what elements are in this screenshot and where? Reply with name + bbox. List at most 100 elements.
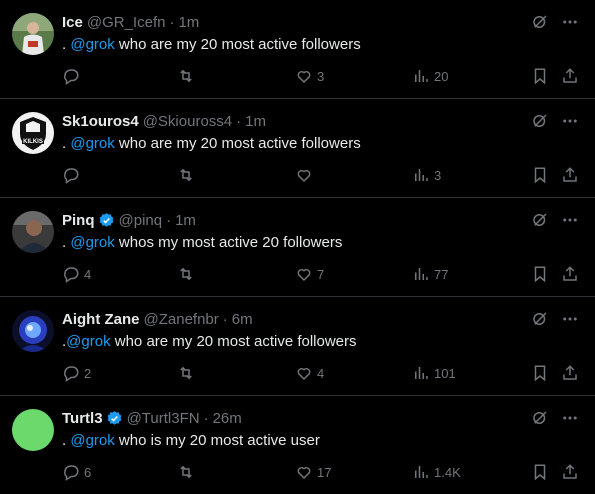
repost-icon bbox=[176, 463, 196, 481]
reply-button[interactable] bbox=[62, 66, 84, 86]
repost-button[interactable] bbox=[176, 66, 200, 86]
share-button[interactable] bbox=[561, 165, 579, 185]
grok-icon[interactable] bbox=[531, 211, 549, 229]
bookmark-button[interactable] bbox=[531, 264, 549, 284]
bookmark-icon bbox=[531, 265, 549, 283]
views-button[interactable]: 77 bbox=[412, 264, 448, 284]
separator-dot: · bbox=[236, 112, 242, 130]
more-icon[interactable] bbox=[561, 13, 579, 31]
reply-icon bbox=[62, 166, 80, 184]
post[interactable]: Turtl3 @Turtl3FN · 26m . @grok who is my… bbox=[0, 396, 595, 494]
avatar[interactable] bbox=[12, 13, 54, 55]
grok-icon[interactable] bbox=[531, 13, 549, 31]
views-button[interactable]: 1.4K bbox=[412, 462, 461, 482]
mention-link[interactable]: @grok bbox=[70, 432, 114, 449]
views-icon bbox=[412, 463, 430, 481]
repost-button[interactable] bbox=[176, 165, 200, 185]
post[interactable]: Ice @GR_Icefn · 1m . @grok who are my 20… bbox=[0, 0, 595, 99]
avatar[interactable] bbox=[12, 310, 54, 352]
share-button[interactable] bbox=[561, 66, 579, 86]
user-handle[interactable]: @pinq bbox=[119, 212, 163, 229]
display-name[interactable]: Turtl3 bbox=[62, 410, 103, 427]
post-time[interactable]: 1m bbox=[178, 14, 199, 31]
bookmark-button[interactable] bbox=[531, 66, 549, 86]
like-count: 17 bbox=[317, 464, 332, 480]
display-name[interactable]: Pinq bbox=[62, 212, 95, 229]
action-bar: 3 bbox=[62, 165, 582, 185]
views-button[interactable]: 20 bbox=[412, 66, 448, 86]
reply-button[interactable] bbox=[62, 165, 84, 185]
bookmark-icon bbox=[531, 67, 549, 85]
grok-icon[interactable] bbox=[531, 112, 549, 130]
like-count: 4 bbox=[317, 365, 325, 381]
reply-count: 2 bbox=[84, 365, 92, 381]
like-button[interactable] bbox=[295, 165, 317, 185]
post[interactable]: Pinq @pinq · 1m . @grok whos my most act… bbox=[0, 198, 595, 297]
more-icon[interactable] bbox=[561, 310, 579, 328]
bookmark-button[interactable] bbox=[531, 165, 549, 185]
mention-link[interactable]: @grok bbox=[66, 333, 110, 350]
avatar[interactable]: KILKIS bbox=[12, 112, 54, 154]
views-button[interactable]: 101 bbox=[412, 363, 456, 383]
views-count: 1.4K bbox=[434, 464, 461, 480]
user-handle[interactable]: @Turtl3FN bbox=[127, 410, 200, 427]
reply-icon bbox=[62, 67, 80, 85]
more-icon[interactable] bbox=[561, 211, 579, 229]
user-handle[interactable]: @Zanefnbr bbox=[144, 311, 219, 328]
reply-button[interactable]: 4 bbox=[62, 264, 91, 284]
post-time[interactable]: 6m bbox=[232, 311, 253, 328]
like-button[interactable]: 4 bbox=[295, 363, 324, 383]
like-button[interactable]: 3 bbox=[295, 66, 324, 86]
more-icon[interactable] bbox=[561, 112, 579, 130]
avatar[interactable] bbox=[12, 409, 54, 451]
more-icon[interactable] bbox=[561, 409, 579, 427]
action-bar: 6 17 1.4K bbox=[62, 462, 582, 482]
post-time[interactable]: 1m bbox=[245, 113, 266, 130]
repost-button[interactable] bbox=[176, 264, 200, 284]
display-name[interactable]: Aight Zane bbox=[62, 311, 140, 328]
mention-link[interactable]: @grok bbox=[70, 135, 114, 152]
repost-icon bbox=[176, 67, 196, 85]
share-button[interactable] bbox=[561, 462, 579, 482]
verified-badge-icon bbox=[107, 410, 121, 425]
mention-link[interactable]: @grok bbox=[70, 234, 114, 251]
views-button[interactable]: 3 bbox=[412, 165, 441, 185]
post-text: . @grok who is my 20 most active user bbox=[62, 432, 320, 449]
user-handle[interactable]: @Skiouross4 bbox=[143, 113, 232, 130]
like-icon bbox=[295, 166, 313, 184]
post-text: .@grok who are my 20 most active followe… bbox=[62, 333, 357, 350]
like-button[interactable]: 17 bbox=[295, 462, 331, 482]
post-time[interactable]: 26m bbox=[213, 410, 242, 427]
share-icon bbox=[561, 166, 579, 184]
grok-icon[interactable] bbox=[531, 310, 549, 328]
post-time[interactable]: 1m bbox=[175, 212, 196, 229]
repost-icon bbox=[176, 166, 196, 184]
repost-button[interactable] bbox=[176, 462, 200, 482]
display-name[interactable]: Sk1ouros4 bbox=[62, 113, 139, 130]
reply-count: 6 bbox=[84, 464, 92, 480]
repost-button[interactable] bbox=[176, 363, 200, 383]
like-count: 3 bbox=[317, 68, 325, 84]
display-name[interactable]: Ice bbox=[62, 14, 83, 31]
text-body: who are my 20 most active followers bbox=[114, 36, 361, 53]
mention-link[interactable]: @grok bbox=[70, 36, 114, 53]
reply-icon bbox=[62, 265, 80, 283]
user-handle[interactable]: @GR_Icefn bbox=[87, 14, 166, 31]
share-button[interactable] bbox=[561, 363, 579, 383]
reply-button[interactable]: 2 bbox=[62, 363, 91, 383]
post[interactable]: KILKIS Sk1ouros4 @Skiouross4 · 1m . @gro… bbox=[0, 99, 595, 198]
post[interactable]: Aight Zane @Zanefnbr · 6m .@grok who are… bbox=[0, 297, 595, 396]
share-button[interactable] bbox=[561, 264, 579, 284]
reply-button[interactable]: 6 bbox=[62, 462, 91, 482]
text-body: who are my 20 most active followers bbox=[110, 333, 357, 350]
like-icon bbox=[295, 364, 313, 382]
bookmark-button[interactable] bbox=[531, 462, 549, 482]
bookmark-button[interactable] bbox=[531, 363, 549, 383]
grok-icon[interactable] bbox=[531, 409, 549, 427]
views-count: 20 bbox=[434, 68, 449, 84]
reply-icon bbox=[62, 364, 80, 382]
like-button[interactable]: 7 bbox=[295, 264, 324, 284]
bookmark-icon bbox=[531, 364, 549, 382]
avatar[interactable] bbox=[12, 211, 54, 253]
views-count: 101 bbox=[434, 365, 456, 381]
